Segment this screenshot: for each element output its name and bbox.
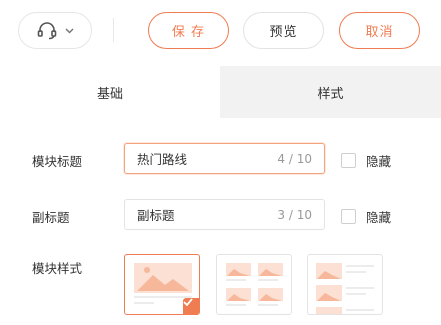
chevron-down-icon (64, 27, 74, 34)
selected-check-icon (183, 298, 199, 314)
style-option-single-image[interactable] (124, 254, 200, 315)
toolbar: 保 存 预览 取消 (0, 0, 441, 62)
save-button[interactable]: 保 存 (148, 12, 229, 49)
hide-title-label: 隐藏 (366, 154, 392, 169)
module-style-label: 模块样式 (32, 261, 83, 276)
module-title-label: 模块标题 (32, 154, 83, 169)
style-option-list-three[interactable] (307, 254, 383, 315)
style-option-grid-four[interactable] (216, 254, 292, 315)
preview-button[interactable]: 预览 (243, 12, 324, 49)
subtitle-value: 副标题 (137, 208, 175, 223)
hide-subtitle-checkbox-box[interactable] (341, 209, 356, 224)
tab-style[interactable]: 样式 (220, 66, 441, 118)
subtitle-count: 3 / 10 (277, 207, 312, 222)
headset-icon (37, 21, 57, 40)
module-title-input[interactable]: 热门路线 4 / 10 (124, 143, 325, 174)
tab-bar: 基础 样式 (0, 66, 441, 118)
hide-title-checkbox-box[interactable] (341, 153, 356, 168)
hide-title-checkbox[interactable]: 隐藏 (341, 151, 391, 170)
toolbar-divider (113, 18, 114, 42)
grid-layout-icon (226, 263, 283, 306)
hide-subtitle-checkbox[interactable]: 隐藏 (341, 207, 391, 226)
list-layout-icon (316, 263, 374, 314)
cancel-button[interactable]: 取消 (339, 12, 420, 49)
module-title-value: 热门路线 (137, 152, 188, 167)
hide-subtitle-label: 隐藏 (366, 210, 392, 225)
subtitle-input[interactable]: 副标题 3 / 10 (124, 199, 325, 230)
customer-service-button[interactable] (18, 12, 92, 49)
tab-basic[interactable]: 基础 (0, 66, 220, 118)
module-title-count: 4 / 10 (277, 151, 312, 166)
subtitle-label: 副标题 (32, 210, 70, 225)
